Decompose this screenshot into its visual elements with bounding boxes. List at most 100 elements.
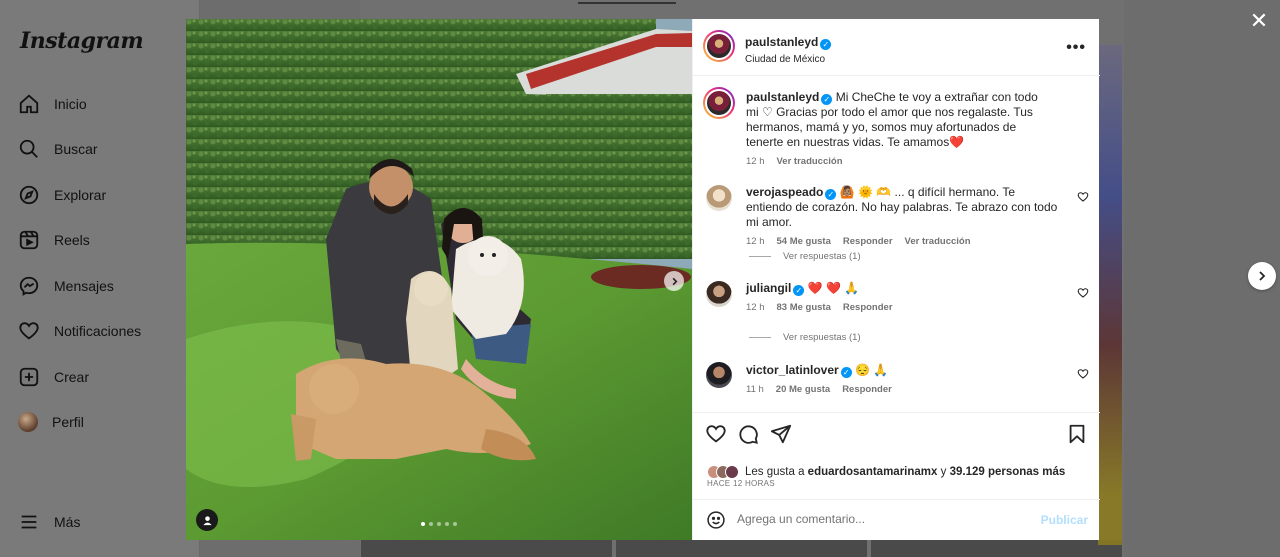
- instagram-logo[interactable]: Instagram: [20, 28, 144, 54]
- post-location[interactable]: Ciudad de México: [745, 54, 831, 65]
- likes-mid: y: [940, 466, 947, 478]
- post-panel: paulstanleyd ✓ Ciudad de México ••• pauls…: [692, 19, 1100, 540]
- next-post-button[interactable]: [1248, 262, 1276, 290]
- feed-thumbnail-strip: [1098, 45, 1122, 545]
- likes-user[interactable]: eduardosantamarinamx: [808, 466, 938, 478]
- carousel-dot: [445, 522, 449, 526]
- reels-icon: [19, 230, 39, 250]
- comment-likes[interactable]: 20 Me gusta: [776, 384, 830, 395]
- sidebar-item-label: Más: [54, 514, 81, 530]
- sidebar-item-label: Notificaciones: [54, 323, 142, 339]
- photo-scene: [186, 19, 692, 540]
- search-icon: [19, 139, 38, 158]
- sidebar-item-mensajes[interactable]: Mensajes: [18, 274, 114, 298]
- reply-button[interactable]: Responder: [843, 302, 893, 313]
- publish-button[interactable]: Publicar: [1041, 513, 1088, 527]
- post-photo[interactable]: [186, 19, 692, 540]
- comment-likes[interactable]: 54 Me gusta: [777, 236, 831, 247]
- comment-username[interactable]: juliangil: [746, 281, 791, 295]
- post-modal: paulstanleyd ✓ Ciudad de México ••• pauls…: [186, 19, 1100, 540]
- post-username[interactable]: paulstanleyd: [745, 35, 818, 49]
- sidebar-item-label: Buscar: [54, 141, 98, 157]
- comment-icon[interactable]: [737, 423, 759, 445]
- comment-likes[interactable]: 83 Me gusta: [777, 302, 831, 313]
- translate-link[interactable]: Ver traducción: [777, 156, 843, 167]
- emoji-icon[interactable]: [706, 510, 726, 530]
- verified-icon: ✓: [825, 189, 837, 200]
- more-options-icon[interactable]: •••: [1066, 39, 1086, 57]
- chevron-right-icon: [672, 277, 677, 285]
- sidebar-item-notificaciones[interactable]: Notificaciones: [18, 319, 141, 343]
- caption-time[interactable]: 12 h: [746, 156, 765, 167]
- carousel-dot: [437, 522, 441, 526]
- post-header: paulstanleyd ✓ Ciudad de México •••: [693, 19, 1100, 76]
- comment-input[interactable]: [737, 512, 1027, 526]
- reply-button[interactable]: Responder: [843, 236, 893, 247]
- sidebar-item-label: Perfil: [52, 414, 84, 430]
- like-comment-icon[interactable]: [1077, 191, 1089, 203]
- avatar[interactable]: [703, 87, 735, 119]
- view-replies-button[interactable]: Ver respuestas (1): [749, 251, 861, 262]
- comment-time[interactable]: 11 h: [746, 384, 764, 395]
- carousel-dot: [453, 522, 457, 526]
- reply-button[interactable]: Responder: [842, 384, 892, 395]
- caption: paulstanleyd ✓ Mi CheChe te voy a extraña…: [746, 90, 1046, 167]
- sidebar-item-mas[interactable]: Más: [18, 510, 80, 534]
- avatar[interactable]: [706, 362, 732, 388]
- share-icon[interactable]: [770, 423, 792, 445]
- likes-summary: Les gusta a eduardosantamarinamx y 39.12…: [707, 465, 1065, 479]
- avatar[interactable]: [706, 281, 732, 307]
- comment-username[interactable]: victor_latinlover: [746, 363, 839, 377]
- post-actions: [693, 412, 1100, 502]
- carousel-next-button[interactable]: [664, 271, 684, 291]
- plus-square-icon: [19, 367, 39, 387]
- verified-icon: ✓: [820, 39, 832, 50]
- home-icon: [19, 94, 39, 114]
- close-icon[interactable]: ✕: [1248, 10, 1270, 32]
- comment-username[interactable]: verojaspeado: [746, 185, 823, 199]
- view-replies-button[interactable]: Ver respuestas (1): [749, 332, 861, 343]
- comment-time[interactable]: 12 h: [746, 302, 765, 313]
- verified-icon: ✓: [793, 285, 805, 296]
- user-icon: [202, 515, 212, 525]
- comment: victor_latinlover ✓ 😔 🙏 11 h 20 Me gusta …: [746, 363, 1061, 395]
- feed-divider: [578, 2, 676, 4]
- comment: juliangil ✓ ❤️ ❤️ 🙏 12 h 83 Me gusta Resp…: [746, 281, 1061, 313]
- comment: verojaspeado ✓ 🙆🏽 🌞 🫶 ... q difícil herma…: [746, 185, 1061, 247]
- sidebar-item-crear[interactable]: Crear: [18, 365, 89, 389]
- replies-label: Ver respuestas (1): [783, 332, 861, 343]
- caption-username[interactable]: paulstanleyd: [746, 90, 819, 104]
- sidebar-item-inicio[interactable]: Inicio: [18, 92, 87, 116]
- comment-text: ❤️ ❤️ 🙏: [807, 281, 860, 295]
- save-icon[interactable]: [1066, 423, 1088, 445]
- post-timestamp[interactable]: HACE 12 HORAS: [707, 479, 775, 488]
- avatar[interactable]: [703, 30, 735, 62]
- like-comment-icon[interactable]: [1077, 287, 1089, 299]
- likes-prefix: Les gusta a: [745, 466, 805, 478]
- carousel-dot: [421, 522, 425, 526]
- comment-time[interactable]: 12 h: [746, 236, 765, 247]
- like-icon[interactable]: [705, 423, 727, 445]
- comment-bar: Publicar: [693, 499, 1100, 540]
- replies-divider: [749, 337, 771, 338]
- sidebar-item-perfil[interactable]: Perfil: [18, 410, 84, 434]
- heart-icon: [19, 322, 39, 340]
- likes-count[interactable]: 39.129 personas más: [950, 466, 1066, 478]
- compass-icon: [19, 185, 39, 205]
- carousel-indicator: [421, 522, 457, 526]
- sidebar-item-label: Reels: [54, 232, 90, 248]
- sidebar-item-explorar[interactable]: Explorar: [18, 183, 106, 207]
- sidebar: Instagram Inicio Buscar Explorar Reels M…: [0, 0, 200, 557]
- sidebar-item-label: Crear: [54, 369, 90, 385]
- liker-avatars: [707, 465, 739, 479]
- sidebar-item-label: Explorar: [54, 187, 107, 203]
- sidebar-item-buscar[interactable]: Buscar: [18, 137, 98, 161]
- like-comment-icon[interactable]: [1077, 368, 1089, 380]
- sidebar-item-reels[interactable]: Reels: [18, 228, 90, 252]
- translate-link[interactable]: Ver traducción: [905, 236, 971, 247]
- sidebar-item-label: Mensajes: [54, 278, 114, 294]
- avatar: [725, 465, 739, 479]
- avatar[interactable]: [706, 185, 732, 211]
- verified-icon: ✓: [840, 367, 852, 378]
- tagged-users-button[interactable]: [196, 509, 218, 531]
